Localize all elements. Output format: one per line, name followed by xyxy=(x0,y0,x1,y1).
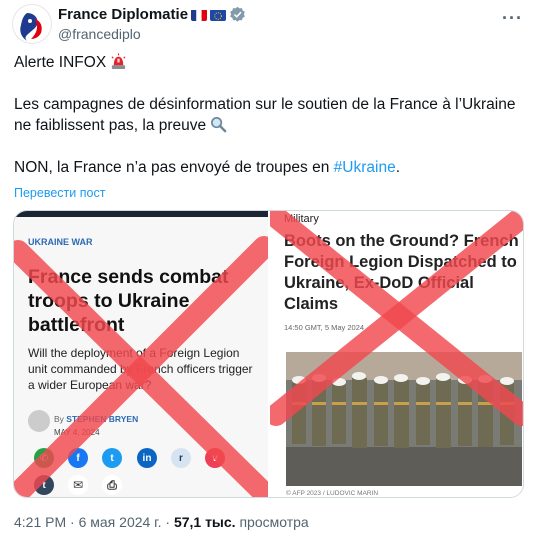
author-name: STEPHEN BRYEN xyxy=(66,414,139,424)
author-prefix: By xyxy=(54,414,67,424)
left-article-screenshot: UKRAINE WAR France sends combat troops t… xyxy=(14,211,268,497)
separator-dot: · xyxy=(66,514,79,530)
left-article-subtitle: Will the deployment of a Foreign Legion … xyxy=(28,346,253,392)
left-article-author: By STEPHEN BRYEN xyxy=(54,414,138,424)
tweet-date-link[interactable]: 6 мая 2024 г. xyxy=(79,514,162,530)
tweet-image[interactable]: UKRAINE WAR France sends combat troops t… xyxy=(13,210,524,498)
name-row: France Diplomatie xyxy=(58,6,246,23)
magnifying-glass-icon xyxy=(211,117,227,133)
tweet-time-link[interactable]: 4:21 PM xyxy=(14,514,66,530)
tumblr-icon: t xyxy=(34,475,54,495)
whatsapp-icon: ✆ xyxy=(34,448,54,468)
separator-dot: · xyxy=(161,514,174,530)
more-options-icon[interactable]: ··· xyxy=(502,8,523,29)
no-troops-suffix: . xyxy=(395,159,400,176)
tweet-line-no-troops: NON, la France n’a pas envoyé de troupes… xyxy=(14,157,524,178)
pocket-icon: v xyxy=(205,448,225,468)
right-article-meta: 14:50 GMT, 5 May 2024 xyxy=(284,323,365,332)
tweet-header: France Diplomatie @francediplo ··· xyxy=(12,4,523,44)
left-article-kicker: UKRAINE WAR xyxy=(28,237,93,247)
police-light-icon xyxy=(111,53,126,70)
right-article-screenshot: Military Boots on the Ground? French For… xyxy=(270,211,523,497)
translate-post-link[interactable]: Перевести пост xyxy=(14,186,105,200)
left-article-topbar xyxy=(14,211,268,217)
tweet-line-campaigns: Les campagnes de désinformation sur le s… xyxy=(14,94,524,136)
alert-text: Alerte INFOX xyxy=(14,54,107,71)
reddit-icon: r xyxy=(171,448,191,468)
author-avatar xyxy=(28,410,50,432)
email-icon: ✉ xyxy=(68,475,88,495)
views-count[interactable]: 57,1 тыс. xyxy=(174,514,236,530)
eu-flag-icon xyxy=(210,9,227,21)
account-name[interactable]: France Diplomatie xyxy=(58,6,188,23)
twitter-icon: t xyxy=(102,448,122,468)
account-handle[interactable]: @francediplo xyxy=(58,26,141,42)
left-article-date: MAY 4, 2024 xyxy=(54,428,100,437)
right-article-title: Boots on the Ground? French Foreign Legi… xyxy=(284,232,519,313)
views-label: просмотра xyxy=(235,514,309,530)
photo-credit: © AFP 2023 / LUDOVIC MARIN xyxy=(286,490,379,497)
right-article-section: Military xyxy=(284,213,319,225)
facebook-icon: f xyxy=(68,448,88,468)
france-flag-icon xyxy=(191,9,208,21)
tweet-line-alert: Alerte INFOX xyxy=(14,52,524,73)
tweet-footer: 4:21 PM · 6 мая 2024 г. · 57,1 тыс. прос… xyxy=(14,514,309,530)
tweet-body: Alerte INFOX Les campagnes de désinforma… xyxy=(14,52,524,199)
verified-badge-icon xyxy=(230,6,245,22)
print-icon: ⎙ xyxy=(102,475,122,495)
no-troops-text: NON, la France n’a pas envoyé de troupes… xyxy=(14,159,334,176)
left-article-title: France sends combat troops to Ukraine ba… xyxy=(28,266,229,336)
ukraine-hashtag-link[interactable]: #Ukraine xyxy=(334,159,396,176)
linkedin-icon: in xyxy=(137,448,157,468)
marianne-logo-icon xyxy=(20,13,42,41)
campaigns-text: Les campagnes de désinformation sur le s… xyxy=(14,96,516,134)
share-icons-row: ✆ f t in r v t ✉ ⎙ xyxy=(34,448,264,495)
soldiers-parade-photo xyxy=(286,352,522,486)
account-avatar[interactable] xyxy=(12,4,52,44)
